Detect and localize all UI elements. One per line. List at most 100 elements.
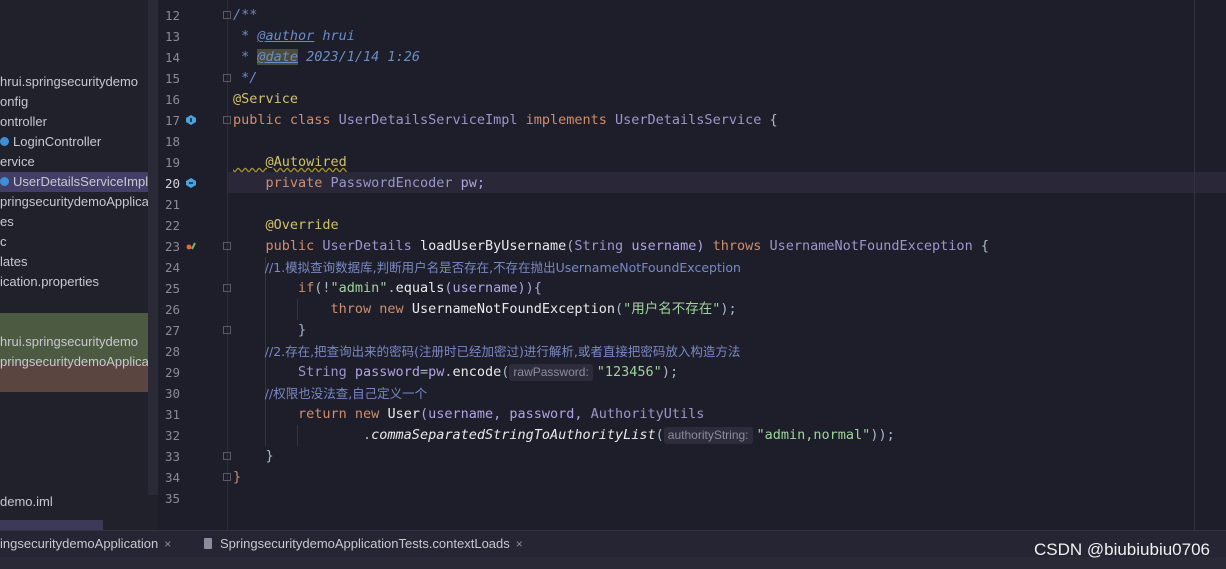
implements-icon[interactable] <box>186 115 196 125</box>
right-margin-guide <box>1194 0 1195 530</box>
tree-item-templates[interactable]: lates <box>0 252 27 272</box>
tree-item-test-application[interactable]: pringsecuritydemoApplica <box>0 352 149 372</box>
code-line-20[interactable]: private PasswordEncoder pw; <box>233 173 485 194</box>
argument: (username, password, <box>419 406 591 422</box>
keyword: throw new <box>233 301 412 317</box>
code-line-22[interactable]: @Override <box>233 215 339 236</box>
string-literal: "admin,normal" <box>756 427 871 443</box>
doc-comment: hrui <box>314 28 355 44</box>
type-name: UserDetails <box>322 238 420 254</box>
line-comment: //权限也没法查,自己定义一个 <box>233 386 428 401</box>
brace: } <box>233 448 274 464</box>
method-name: loadUserByUsername <box>419 238 567 254</box>
tree-item-label: ontroller <box>0 114 47 129</box>
type-name: PasswordEncoder <box>330 175 453 191</box>
tree-item-static[interactable]: c <box>0 232 7 252</box>
variable: password <box>354 364 420 380</box>
line-number: 19 <box>164 155 180 170</box>
line-number: 26 <box>164 302 180 317</box>
code-line-24[interactable]: //1.模拟查询数据库,判断用户名是否存在,不存在抛出UsernameNotFo… <box>233 257 741 278</box>
tree-item-controller[interactable]: ontroller <box>0 112 47 132</box>
bean-icon[interactable] <box>186 178 196 188</box>
code-line-14[interactable]: * @date 2023/1/14 1:26 <box>233 47 420 68</box>
line-number: 16 <box>164 92 180 107</box>
annotation: @Override <box>233 217 339 233</box>
code-line-12[interactable]: /** <box>233 5 257 26</box>
code-line-28[interactable]: //2.存在,把查询出来的密码(注册时已经加密过)进行解析,或者直接把密码放入构… <box>233 341 741 362</box>
doc-tag: @author <box>257 28 315 44</box>
close-icon[interactable]: × <box>164 537 171 551</box>
tree-item-label: onfig <box>0 94 29 109</box>
keyword: implements <box>517 112 616 128</box>
line-number: 18 <box>164 134 180 149</box>
tree-item-iml[interactable]: demo.iml <box>0 492 53 512</box>
brace: } <box>233 469 242 485</box>
operator: (! <box>314 280 331 296</box>
code-line-34[interactable]: } <box>233 467 241 488</box>
line-number: 22 <box>164 218 180 233</box>
tree-item-application-properties[interactable]: ication.properties <box>0 272 99 292</box>
dot: . <box>233 427 372 443</box>
paren: ( <box>655 427 664 443</box>
fold-marker[interactable] <box>223 74 231 82</box>
fold-marker[interactable] <box>223 242 231 250</box>
csdn-watermark: CSDN @biubiubiu0706 <box>1033 540 1210 559</box>
fold-marker[interactable] <box>223 11 231 19</box>
code-line-16[interactable]: @Service <box>233 89 298 110</box>
fold-marker[interactable] <box>223 326 231 334</box>
line-number: 12 <box>164 8 180 23</box>
code-line-26[interactable]: throw new UsernameNotFoundException("用户名… <box>233 299 737 320</box>
tab-label: ingsecuritydemoApplication <box>0 536 159 551</box>
tab-application[interactable]: ingsecuritydemoApplication × <box>0 531 171 557</box>
tree-item-test-package[interactable]: hrui.springsecuritydemo <box>0 332 138 352</box>
override-icon[interactable] <box>186 241 196 251</box>
tree-item-config[interactable]: onfig <box>0 92 28 112</box>
brace: { <box>761 112 778 128</box>
doc-comment: * <box>233 28 258 44</box>
dot: . <box>387 280 396 296</box>
class-icon <box>0 137 9 147</box>
sidebar-scrollbar[interactable] <box>148 0 158 495</box>
annotation: @Service <box>233 91 299 107</box>
tree-item-application[interactable]: pringsecuritydemoApplica <box>0 192 149 212</box>
tree-item-package[interactable]: hrui.springsecuritydemo <box>0 72 138 92</box>
doc-comment: */ <box>233 70 258 86</box>
paren: ); <box>720 301 737 317</box>
brace: { <box>972 238 989 254</box>
code-line-32[interactable]: .commaSeparatedStringToAuthorityList(aut… <box>233 425 895 446</box>
tab-application-tests[interactable]: SpringsecuritydemoApplicationTests.conte… <box>204 531 523 557</box>
string-literal: "用户名不存在" <box>623 301 721 317</box>
line-number: 33 <box>164 449 180 464</box>
fold-marker[interactable] <box>223 284 231 292</box>
code-line-29[interactable]: String password=pw.encode(rawPassword: "1… <box>233 362 678 383</box>
code-line-17[interactable]: public class UserDetailsServiceImpl impl… <box>233 110 778 131</box>
tree-item-logincontroller[interactable]: LoginController <box>0 132 101 152</box>
tree-item-userdetailsserviceimpl[interactable]: UserDetailsServiceImpl <box>0 172 148 192</box>
code-line-31[interactable]: return new User(username, password, Auth… <box>233 404 704 425</box>
code-line-23[interactable]: public UserDetails loadUserByUsername(St… <box>233 236 989 257</box>
tree-item-resources[interactable]: es <box>0 212 14 232</box>
tree-item-label: ervice <box>0 154 35 169</box>
type-name: UsernameNotFoundException <box>769 238 973 254</box>
class-name: UsernameNotFoundException <box>411 301 616 317</box>
annotation: @Autowired <box>233 154 347 170</box>
keyword: private <box>233 175 331 191</box>
code-line-15[interactable]: */ <box>233 68 257 89</box>
code-line-25[interactable]: if(!"admin".equals(username)){ <box>233 278 542 299</box>
line-number: 25 <box>164 281 180 296</box>
line-number: 32 <box>164 428 180 443</box>
tree-item-label: pringsecuritydemoApplica <box>0 194 149 209</box>
code-line-33[interactable]: } <box>233 446 274 467</box>
fold-marker[interactable] <box>223 473 231 481</box>
close-icon[interactable]: × <box>516 537 523 551</box>
class-name: UserDetailsServiceImpl <box>338 112 518 128</box>
code-line-13[interactable]: * @author hrui <box>233 26 355 47</box>
code-line-27[interactable]: } <box>233 320 306 341</box>
line-number: 35 <box>164 491 180 506</box>
fold-marker[interactable] <box>223 452 231 460</box>
tree-item-service[interactable]: ervice <box>0 152 35 172</box>
code-line-30[interactable]: //权限也没法查,自己定义一个 <box>233 383 427 404</box>
code-line-19[interactable]: @Autowired <box>233 152 347 173</box>
keyword: if <box>233 280 315 296</box>
fold-marker[interactable] <box>223 116 231 124</box>
